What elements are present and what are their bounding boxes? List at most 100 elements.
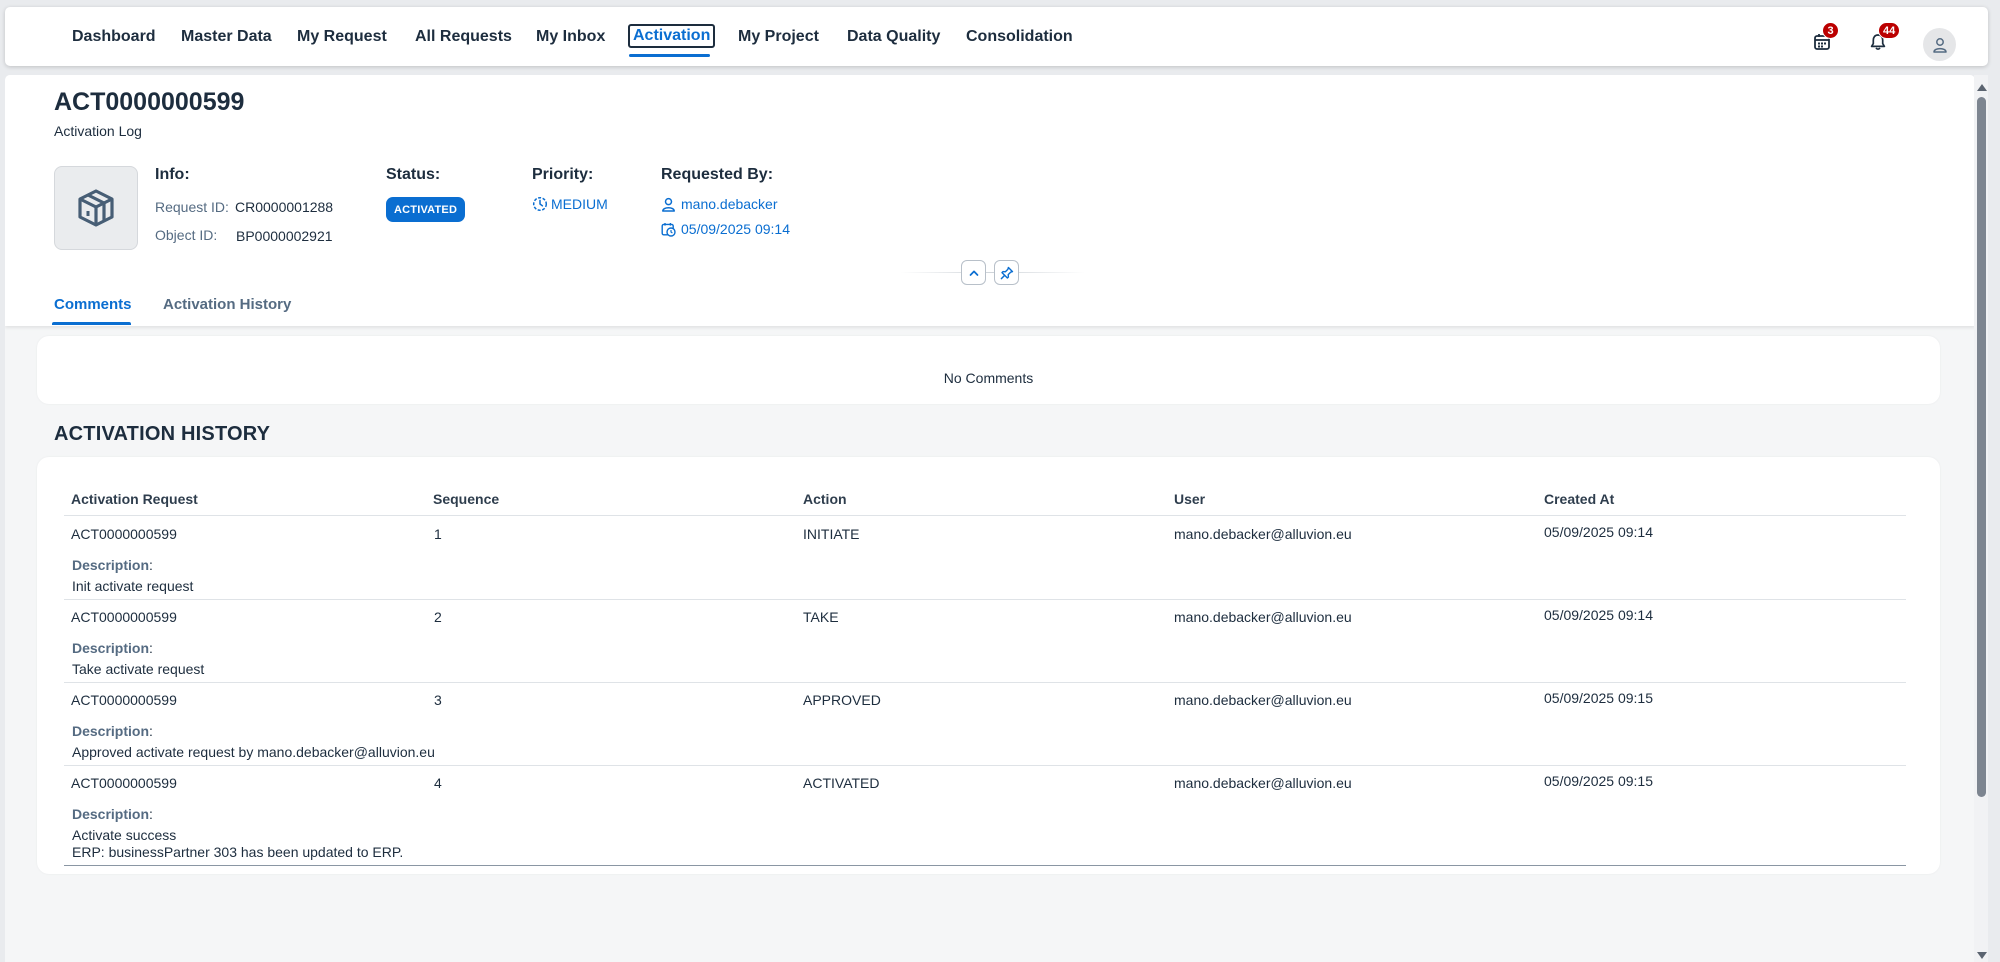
user-cell: mano.debacker@alluvion.eu [1174,526,1352,542]
info-title: Info: [155,166,190,183]
description-label-text: Description [72,640,150,656]
calendar-badge: 3 [1822,22,1839,39]
header-divider [900,272,1085,273]
calendar-button[interactable]: 3 [1808,22,1839,56]
nav-activation[interactable]: Activation [628,24,716,48]
header-separator [64,515,1906,516]
status-title: Status: [386,166,441,183]
object-id-value: BP0000002921 [236,228,333,244]
tab-selected-indicator [52,322,131,325]
scroll-thumb[interactable] [1977,97,1986,797]
tab-activation-history[interactable]: Activation History [163,296,291,313]
nav-active-indicator [629,54,710,57]
priority-value: MEDIUM [551,196,608,212]
user-cell: mano.debacker@alluvion.eu [1174,609,1352,625]
action-cell: APPROVED [803,692,881,708]
request-id-label: Request ID: [155,199,229,215]
pin-icon [1000,266,1013,279]
column-header-sequence: Sequence [433,491,500,507]
nav-all-requests[interactable]: All Requests [412,26,515,48]
table-bottom-border [64,865,1906,866]
sequence-cell: 2 [434,609,442,625]
created-at-cell: 05/09/2025 09:14 [1544,524,1653,540]
priority-title: Priority: [532,166,594,183]
activation-history-card [37,457,1940,874]
column-header-user: User [1174,491,1206,507]
nav-consolidation[interactable]: Consolidation [963,26,1076,48]
notification-badge: 44 [1878,22,1901,39]
user-avatar[interactable] [1923,28,1956,61]
sequence-cell: 3 [434,692,442,708]
requested-date: 05/09/2025 09:14 [681,221,790,237]
sequence-cell: 1 [434,526,442,542]
row-separator [64,682,1906,683]
pin-header-button[interactable] [994,260,1019,285]
user-cell: mano.debacker@alluvion.eu [1174,692,1352,708]
scroll-down-arrow-icon[interactable] [1977,952,1987,959]
status-badge: ACTIVATED [386,197,466,222]
top-navigation-bar: Dashboard Master Data My Request All Req… [5,7,1988,66]
nav-my-request[interactable]: My Request [294,26,390,48]
nav-dashboard[interactable]: Dashboard [69,26,159,48]
page-scrollbar[interactable] [1974,75,1988,962]
description-text: Activate success [72,827,177,843]
column-header-action: Action [803,491,847,507]
description-text: Init activate request [72,578,194,594]
requested-date-link[interactable]: 05/09/2025 09:14 [661,221,790,237]
requested-by-user-link[interactable]: mano.debacker [661,196,778,212]
object-page: ACT0000000599 Activation Log Info: Reque… [5,75,1975,962]
tab-comments[interactable]: Comments [54,296,132,313]
object-header: ACT0000000599 Activation Log Info: Reque… [5,75,1975,326]
object-image [54,166,138,250]
created-at-cell: 05/09/2025 09:14 [1544,607,1653,623]
description-label: Description: [72,723,153,739]
nav-data-quality[interactable]: Data Quality [844,26,943,48]
priority-link[interactable]: MEDIUM [532,196,608,212]
comments-card: No Comments [37,336,1940,404]
row-separator [64,765,1906,766]
description-label-text: Description [72,557,150,573]
description-text: Approved activate request by mano.deback… [72,744,435,760]
scroll-up-arrow-icon[interactable] [1977,84,1987,91]
collapse-header-button[interactable] [961,260,986,285]
action-cell: TAKE [803,609,839,625]
description-label: Description: [72,557,153,573]
person-icon [662,197,675,212]
product-box-icon [78,189,114,227]
description-label: Description: [72,640,153,656]
description-label-text: Description [72,723,150,739]
page-subtitle: Activation Log [54,123,142,139]
column-header-activation-request: Activation Request [71,491,198,507]
nav-master-data[interactable]: Master Data [178,26,275,48]
chevron-up-icon [969,270,978,276]
description-text: ERP: businessPartner 303 has been update… [72,844,404,860]
calendar-clock-icon [661,222,676,237]
request-id-value: CR0000001288 [235,199,334,215]
description-text: Take activate request [72,661,205,677]
created-at-cell: 05/09/2025 09:15 [1544,773,1653,789]
column-header-created-at: Created At [1544,491,1615,507]
clock-icon [532,196,548,212]
user-cell: mano.debacker@alluvion.eu [1174,775,1352,791]
action-cell: ACTIVATED [803,775,880,791]
created-at-cell: 05/09/2025 09:15 [1544,690,1653,706]
activation-history-title: ACTIVATION HISTORY [54,423,271,445]
activation-request-link[interactable]: ACT0000000599 [71,526,177,542]
description-label: Description: [72,806,153,822]
requested-by-user: mano.debacker [681,196,778,212]
sequence-cell: 4 [434,775,442,791]
activation-request-link[interactable]: ACT0000000599 [71,692,177,708]
activation-request-link[interactable]: ACT0000000599 [71,609,177,625]
requested-by-title: Requested By: [661,166,774,183]
page-title: ACT0000000599 [54,88,245,116]
nav-my-inbox[interactable]: My Inbox [533,26,608,48]
nav-my-project[interactable]: My Project [735,26,822,48]
object-id-label: Object ID: [155,227,218,243]
notifications-button[interactable]: 44 [1864,22,1901,56]
user-icon [1932,37,1947,53]
no-comments-text: No Comments [943,370,1034,386]
activation-request-link[interactable]: ACT0000000599 [71,775,177,791]
action-cell: INITIATE [803,526,860,542]
description-label-text: Description [72,806,150,822]
row-separator [64,599,1906,600]
